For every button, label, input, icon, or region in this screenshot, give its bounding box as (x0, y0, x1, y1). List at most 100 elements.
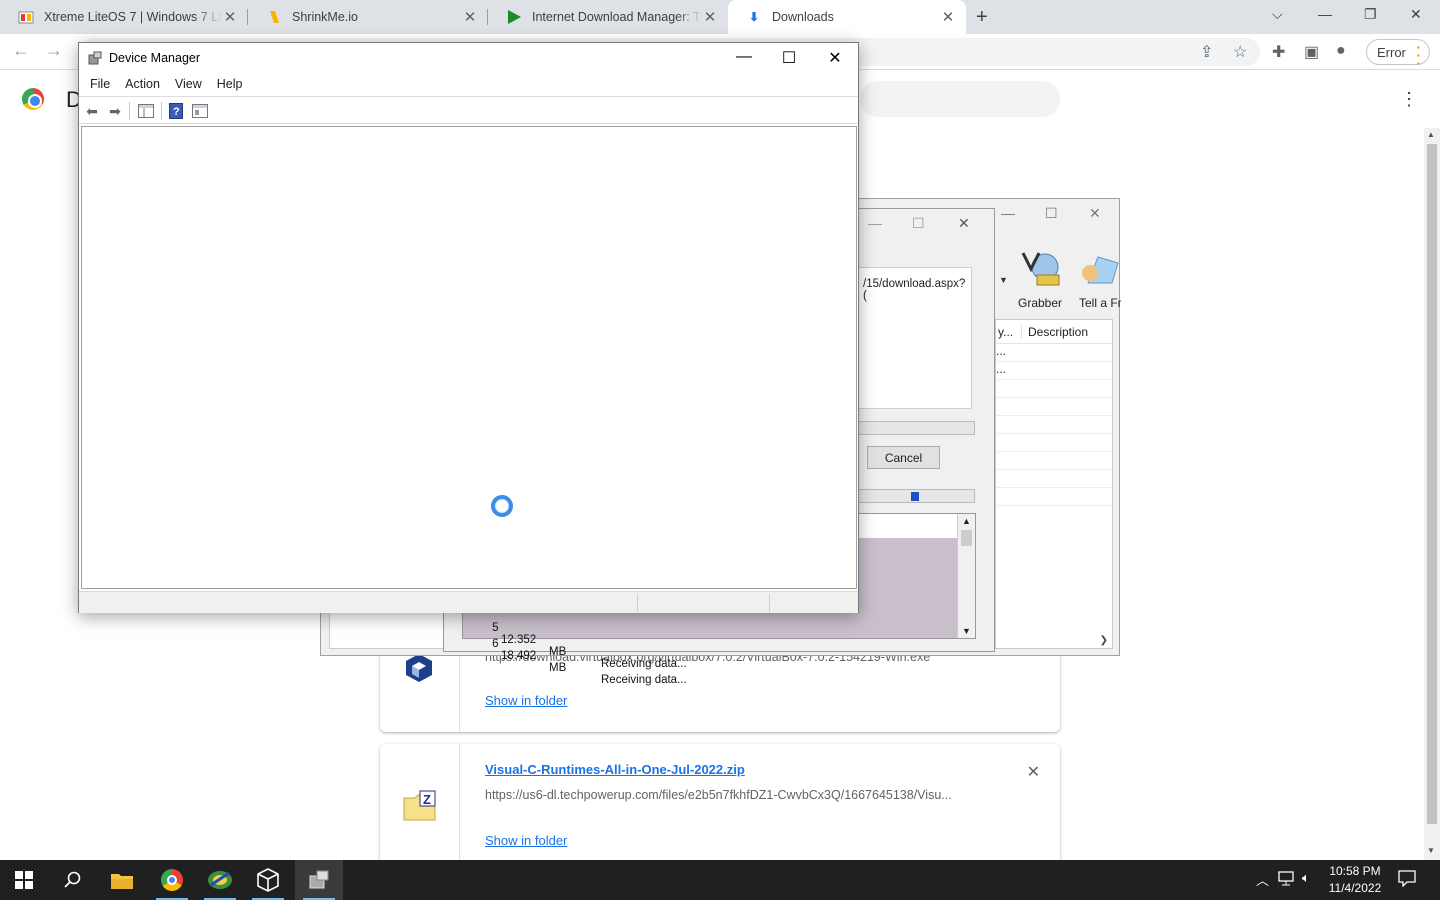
scrollbar-thumb[interactable] (1427, 144, 1437, 824)
tab-search-chevron-icon[interactable]: ⌵ (1272, 6, 1283, 23)
properties-icon[interactable] (191, 102, 209, 120)
chrome-icon (161, 869, 183, 891)
chrome-taskbar-button[interactable] (148, 860, 196, 900)
window-title: Device Manager (109, 51, 201, 65)
list-row[interactable]: ... (996, 362, 1112, 380)
tab-xtreme-liteos[interactable]: Xtreme LiteOS 7 | Windows 7 Lite ✕ (0, 0, 248, 34)
profile-avatar-icon[interactable]: ● (1336, 42, 1346, 60)
start-button[interactable] (0, 860, 48, 900)
device-manager-titlebar[interactable]: Device Manager — ☐ ✕ (79, 43, 858, 73)
tab-shrinkme[interactable]: ShrinkMe.io ✕ (248, 0, 488, 34)
tab-downloads[interactable]: ⬇ Downloads ✕ (728, 0, 966, 34)
idm-taskbar-button[interactable] (196, 860, 244, 900)
close-tab-icon[interactable]: ✕ (702, 8, 718, 26)
idm-download-list[interactable]: y... Description ... ... ❯ (995, 319, 1113, 649)
zip-icon: Z (403, 790, 436, 821)
connection-size: 12.352 (501, 634, 537, 646)
minimize-icon[interactable]: — (868, 215, 882, 231)
share-icon[interactable]: ⇪ (1200, 42, 1213, 62)
menu-view[interactable]: View (164, 73, 206, 95)
clock-date: 11/4/2022 (1328, 881, 1382, 895)
tell-a-friend-button[interactable]: Tell a Fri (1073, 249, 1121, 310)
scroll-right-icon[interactable]: ❯ (1100, 635, 1108, 646)
connection-row: 6 18.492 MB Receiving data... (473, 626, 687, 698)
scroll-up-icon[interactable]: ▲ (962, 516, 971, 526)
progress-segment (911, 492, 919, 501)
status-bar (79, 591, 858, 613)
side-panel-icon[interactable]: ▣ (1304, 42, 1319, 62)
file-explorer-button[interactable] (98, 860, 146, 900)
close-window-icon[interactable]: ✕ (1410, 6, 1422, 23)
menu-help[interactable]: Help (206, 73, 247, 95)
new-tab-button[interactable]: + (976, 6, 988, 29)
download-progress-bar (858, 421, 975, 435)
help-icon[interactable]: ? (167, 102, 185, 120)
bookmark-star-icon[interactable]: ☆ (1233, 42, 1247, 62)
tab-idm[interactable]: Internet Download Manager: The ✕ (488, 0, 728, 34)
close-tab-icon[interactable]: ✕ (940, 8, 956, 26)
profile-error-label: Error (1377, 44, 1406, 60)
dropdown-arrow-icon[interactable]: ▼ (999, 275, 1008, 285)
action-center-icon[interactable] (1398, 869, 1416, 890)
more-dots-icon: · · · (1416, 39, 1421, 71)
browser-tab-strip: Xtreme LiteOS 7 | Windows 7 Lite ✕ Shrin… (0, 0, 1440, 34)
device-manager-window: Device Manager — ☐ ✕ File Action View He… (78, 42, 859, 613)
show-hide-console-tree-icon[interactable] (137, 102, 155, 120)
system-clock[interactable]: 10:58 PM 11/4/2022 (1322, 863, 1388, 897)
device-tree-pane[interactable] (81, 126, 857, 589)
virtualbox-taskbar-button[interactable] (244, 860, 292, 900)
scroll-up-icon[interactable]: ▲ (1427, 130, 1435, 139)
download-filename-link[interactable]: Visual-C-Runtimes-All-in-One-Jul-2022.zi… (485, 762, 745, 777)
back-arrow-icon[interactable]: ← (12, 40, 30, 61)
scroll-down-icon[interactable]: ▼ (962, 626, 971, 636)
device-manager-taskbar-button[interactable] (295, 860, 343, 900)
show-hidden-icons-chevron-icon[interactable]: ︿ (1256, 870, 1269, 889)
scrollbar-thumb[interactable] (961, 530, 972, 546)
cancel-button[interactable]: Cancel (867, 446, 940, 469)
close-tab-icon[interactable]: ✕ (222, 8, 238, 26)
close-icon[interactable]: ✕ (958, 215, 970, 232)
menu-file[interactable]: File (79, 73, 114, 95)
clock-time: 10:58 PM (1329, 864, 1381, 878)
page-scrollbar[interactable]: ▲ ▼ (1424, 128, 1440, 860)
remove-download-icon[interactable]: ✕ (1027, 762, 1040, 782)
minimize-icon[interactable]: — (734, 48, 754, 66)
more-menu-icon[interactable]: ⋮ (1400, 89, 1418, 110)
back-arrow-icon[interactable]: ⬅ (83, 102, 101, 120)
tab-title: ShrinkMe.io (292, 10, 358, 24)
column-header-description[interactable]: Description (1022, 325, 1088, 339)
forward-arrow-icon[interactable]: → (45, 40, 63, 61)
downloads-search-input[interactable] (860, 81, 1060, 117)
list-row (996, 380, 1112, 398)
menu-action[interactable]: Action (114, 73, 164, 95)
connection-status: Receiving data... (601, 658, 687, 670)
minimize-icon[interactable]: — (1318, 6, 1332, 22)
extensions-puzzle-icon[interactable]: ✚ (1272, 42, 1285, 62)
close-tab-icon[interactable]: ✕ (462, 8, 478, 26)
connections-scrollbar[interactable]: ▲ ▼ (957, 514, 975, 638)
close-icon[interactable]: ✕ (1089, 205, 1101, 222)
volume-icon[interactable]: 🔈︎ (1302, 870, 1310, 886)
network-icon[interactable] (1278, 870, 1296, 889)
forward-arrow-icon[interactable]: ➡ (106, 102, 124, 120)
maximize-icon[interactable]: ☐ (779, 48, 799, 68)
restore-icon[interactable]: ❐ (1364, 6, 1377, 23)
list-row[interactable]: ... (996, 344, 1112, 362)
connection-status: Receiving data... (601, 674, 687, 686)
maximize-icon[interactable]: ☐ (1045, 205, 1058, 222)
download-url-text: /15/download.aspx?( (863, 278, 966, 302)
profile-error-button[interactable]: Error · · · (1366, 39, 1430, 71)
list-row (996, 452, 1112, 470)
loading-spinner-icon (491, 495, 513, 517)
maximize-icon: ☐ (912, 215, 925, 231)
connection-size: 18.492 (501, 650, 537, 662)
idm-categories-pane[interactable] (329, 609, 445, 649)
grabber-button[interactable]: Grabber (1017, 249, 1063, 310)
list-row (996, 488, 1112, 506)
search-button[interactable] (48, 860, 96, 900)
close-icon[interactable]: ✕ (825, 48, 845, 68)
scroll-down-icon[interactable]: ▼ (1427, 846, 1435, 855)
show-in-folder-link[interactable]: Show in folder (485, 833, 567, 848)
column-header-partial[interactable]: y... (996, 324, 1022, 339)
minimize-icon[interactable]: — (1001, 205, 1015, 221)
